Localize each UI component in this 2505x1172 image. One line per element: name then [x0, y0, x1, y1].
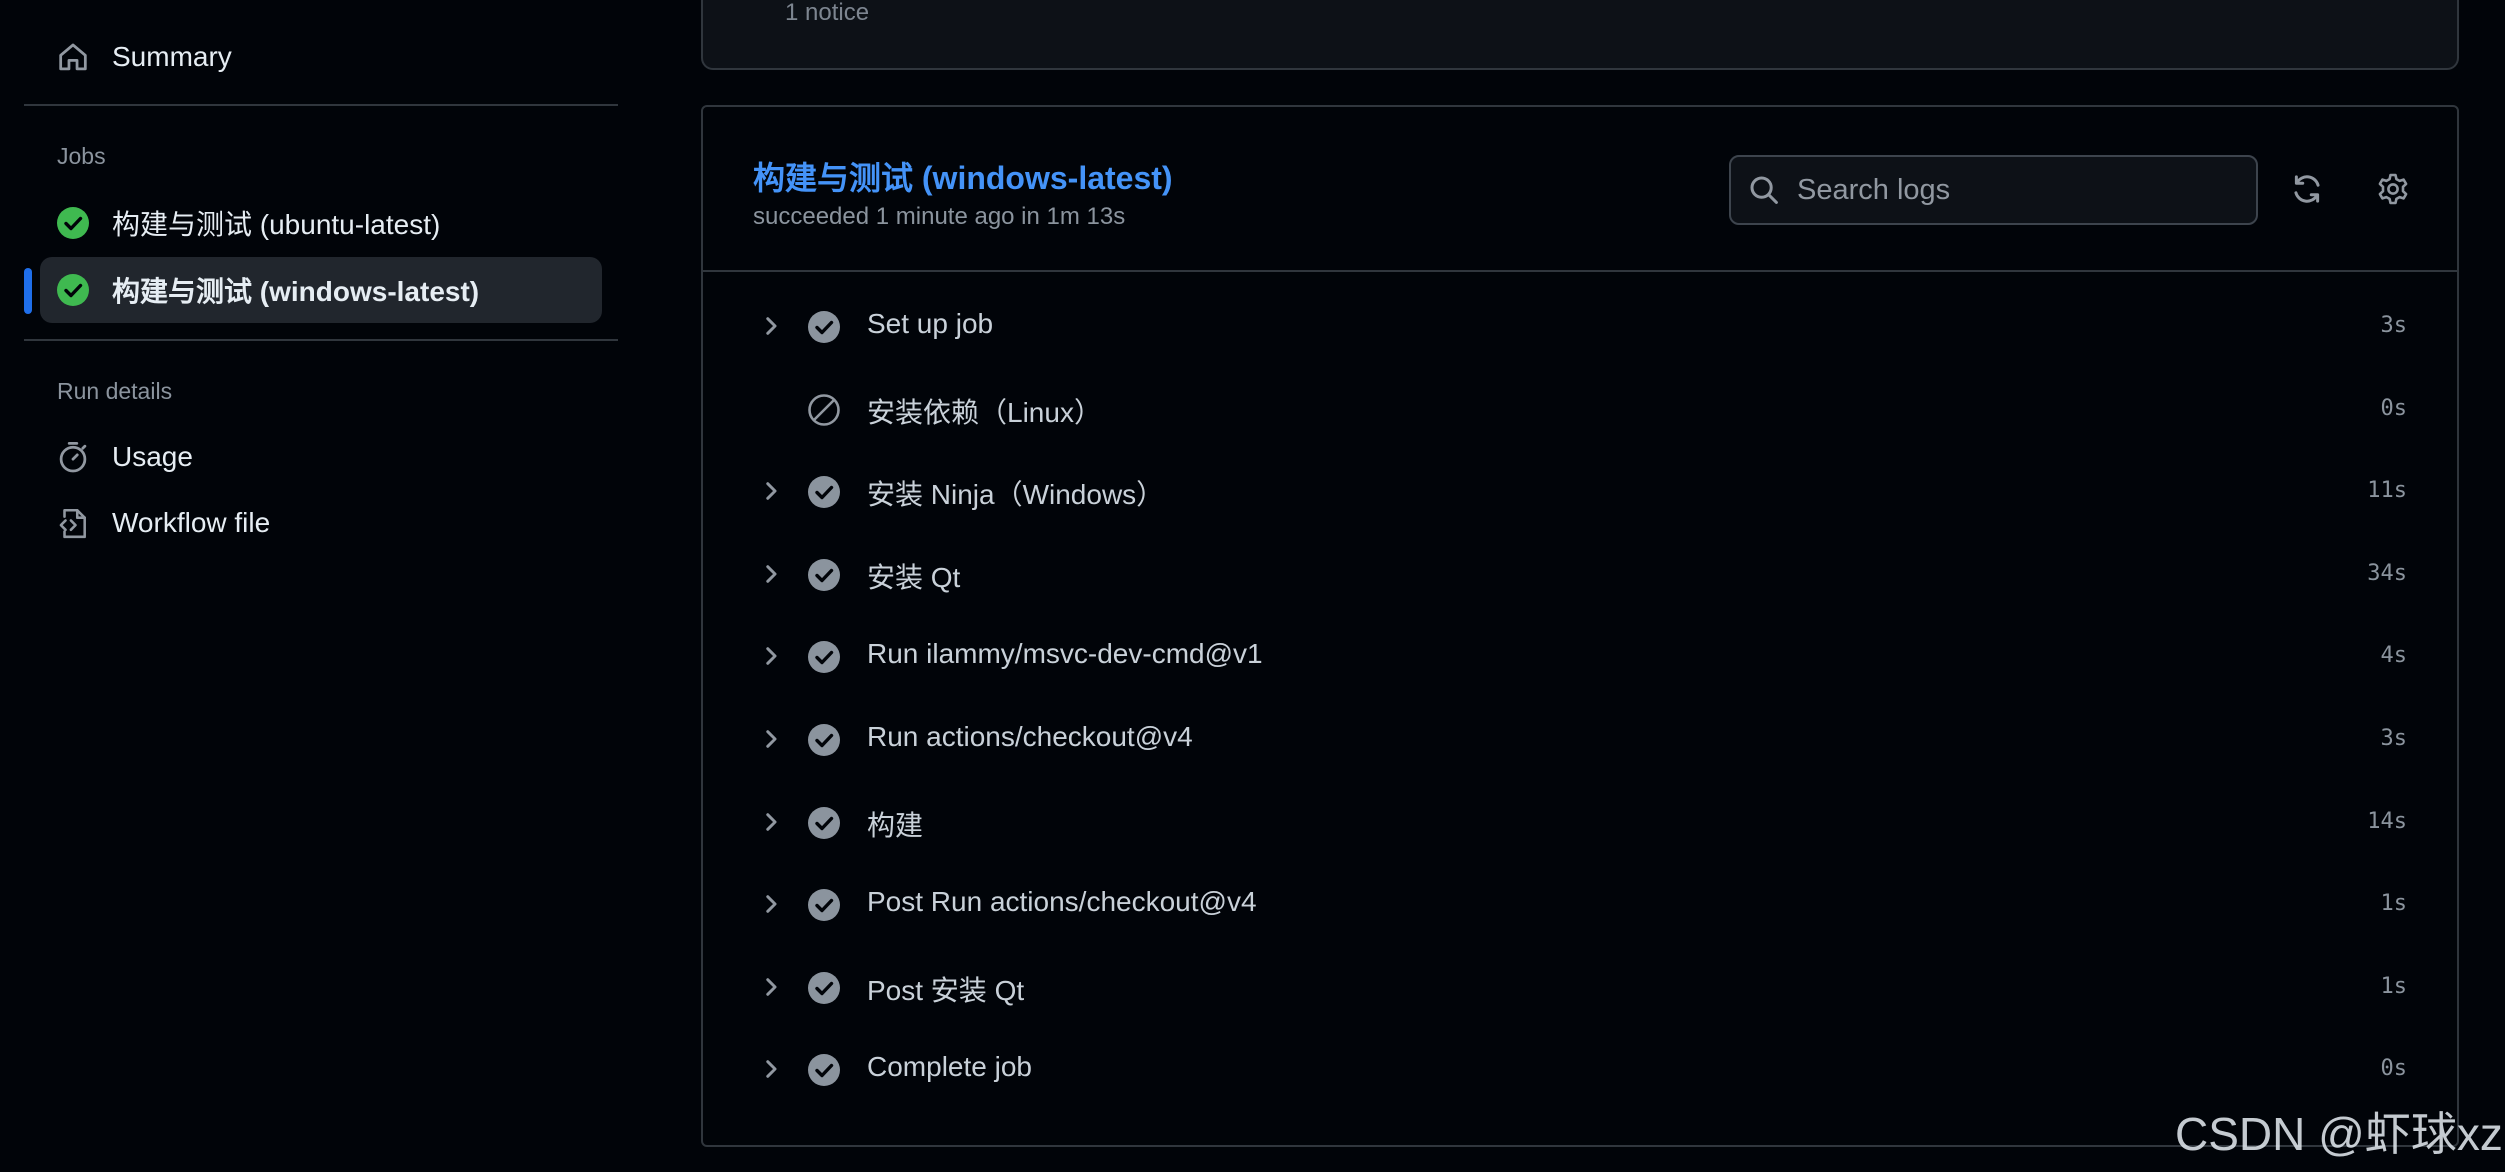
home-icon — [40, 40, 106, 74]
check-circle-fill-icon — [807, 888, 841, 922]
chevron-right-icon[interactable] — [755, 723, 787, 755]
sidebar-divider — [24, 339, 618, 341]
sidebar-item-summary[interactable]: Summary — [40, 24, 232, 90]
step-name: 安装 Ninja（Windows） — [867, 479, 1165, 511]
chevron-right-icon[interactable] — [755, 806, 787, 838]
sync-icon — [2290, 172, 2324, 211]
chevron-right-icon[interactable] — [755, 310, 787, 342]
step-row[interactable]: Set up job 3s — [703, 285, 2457, 367]
step-name: Set up job — [867, 308, 994, 339]
step-row[interactable]: Post 安装 Qt 1s — [703, 946, 2457, 1028]
sidebar-item-label: Summary — [112, 41, 232, 72]
step-duration: 14s — [2367, 808, 2407, 834]
jobs-heading: Jobs — [57, 143, 106, 169]
file-code-icon — [40, 506, 106, 540]
step-row[interactable]: 构建 14s — [703, 781, 2457, 863]
sidebar-job-ubuntu[interactable]: 构建与测试 (ubuntu-latest) — [40, 190, 440, 256]
step-duration: 3s — [2380, 726, 2408, 751]
step-name: Run ilammy/msvc-dev-cmd@v1 — [867, 638, 1263, 670]
stopwatch-icon — [40, 440, 106, 474]
check-circle-fill-icon — [807, 310, 841, 344]
step-row: 安装依赖（Linux） 0s — [703, 368, 2457, 450]
chevron-right-icon[interactable] — [755, 475, 787, 507]
check-circle-fill-icon — [807, 640, 841, 674]
chevron-right-icon[interactable] — [755, 1053, 787, 1085]
step-row[interactable]: Run actions/checkout@v4 3s — [703, 698, 2457, 780]
step-name: Post 安装 Qt — [867, 974, 1025, 1006]
step-name: 安装 Qt — [867, 561, 961, 593]
run-details-heading: Run details — [57, 378, 173, 404]
step-row[interactable]: 安装 Ninja（Windows） 11s — [703, 450, 2457, 532]
search-logs-input[interactable] — [1797, 173, 2237, 207]
step-duration: 1s — [2380, 973, 2408, 999]
refresh-button[interactable] — [2283, 167, 2331, 215]
step-row[interactable]: 安装 Qt 34s — [703, 533, 2457, 615]
step-duration: 1s — [2380, 891, 2408, 917]
chevron-right-icon[interactable] — [755, 640, 787, 672]
step-row[interactable]: Run ilammy/msvc-dev-cmd@v1 4s — [703, 615, 2457, 697]
search-icon — [1731, 174, 1797, 206]
step-duration: 0s — [2380, 395, 2408, 421]
settings-button[interactable] — [2369, 167, 2417, 215]
sidebar: Summary Jobs 构建与测试 (ubuntu-latest) 构建与测试… — [0, 0, 640, 1172]
step-name: 安装依赖（Linux） — [867, 396, 1102, 428]
chevron-right-icon[interactable] — [755, 888, 787, 920]
step-row[interactable]: Post Run actions/checkout@v4 1s — [703, 863, 2457, 945]
step-name: Complete job — [867, 1051, 1032, 1083]
step-duration: 4s — [2380, 643, 2408, 669]
sidebar-job-label: 构建与测试 (ubuntu-latest) — [112, 209, 441, 240]
sidebar-item-label: Usage — [112, 441, 193, 472]
step-duration: 3s — [2380, 313, 2408, 338]
sidebar-job-label: 构建与测试 (windows-latest) — [112, 276, 480, 307]
check-circle-fill-icon — [807, 806, 841, 840]
step-name: 构建 — [867, 809, 924, 841]
check-circle-fill-icon — [807, 1053, 841, 1087]
sidebar-item-label: Workflow file — [112, 507, 271, 538]
annotations-card — [701, 0, 2459, 70]
step-duration: 11s — [2367, 478, 2407, 504]
sidebar-job-windows[interactable]: 构建与测试 (windows-latest) — [40, 257, 602, 323]
active-job-indicator — [24, 268, 32, 314]
job-logs-panel: 构建与测试 (windows-latest) succeeded 1 minut… — [701, 105, 2459, 1147]
check-circle-fill-icon — [807, 475, 841, 509]
sidebar-divider — [24, 104, 618, 106]
step-name: Run actions/checkout@v4 — [867, 721, 1193, 752]
step-duration: 34s — [2367, 560, 2407, 586]
step-name: Post Run actions/checkout@v4 — [867, 886, 1257, 918]
step-duration: 0s — [2380, 1056, 2408, 1082]
check-circle-fill-icon — [807, 558, 841, 592]
job-header: 构建与测试 (windows-latest) succeeded 1 minut… — [703, 107, 2457, 272]
chevron-right-icon[interactable] — [755, 558, 787, 590]
job-status-summary: succeeded 1 minute ago in 1m 13s — [753, 203, 1126, 230]
chevron-right-icon[interactable] — [755, 971, 787, 1003]
search-logs-field[interactable] — [1729, 155, 2258, 225]
skip-icon — [807, 393, 841, 427]
job-title[interactable]: 构建与测试 (windows-latest) — [753, 153, 1173, 199]
sidebar-item-usage[interactable]: Usage — [40, 424, 193, 490]
check-circle-fill-icon — [807, 723, 841, 757]
watermark: CSDN @虾球xz — [2175, 1108, 2503, 1160]
check-circle-fill-icon — [40, 206, 106, 240]
notice-count: 1 notice — [785, 0, 870, 26]
check-circle-fill-icon — [40, 273, 106, 307]
check-circle-fill-icon — [807, 971, 841, 1005]
gear-icon — [2376, 172, 2410, 211]
sidebar-item-workflow-file[interactable]: Workflow file — [40, 490, 270, 556]
